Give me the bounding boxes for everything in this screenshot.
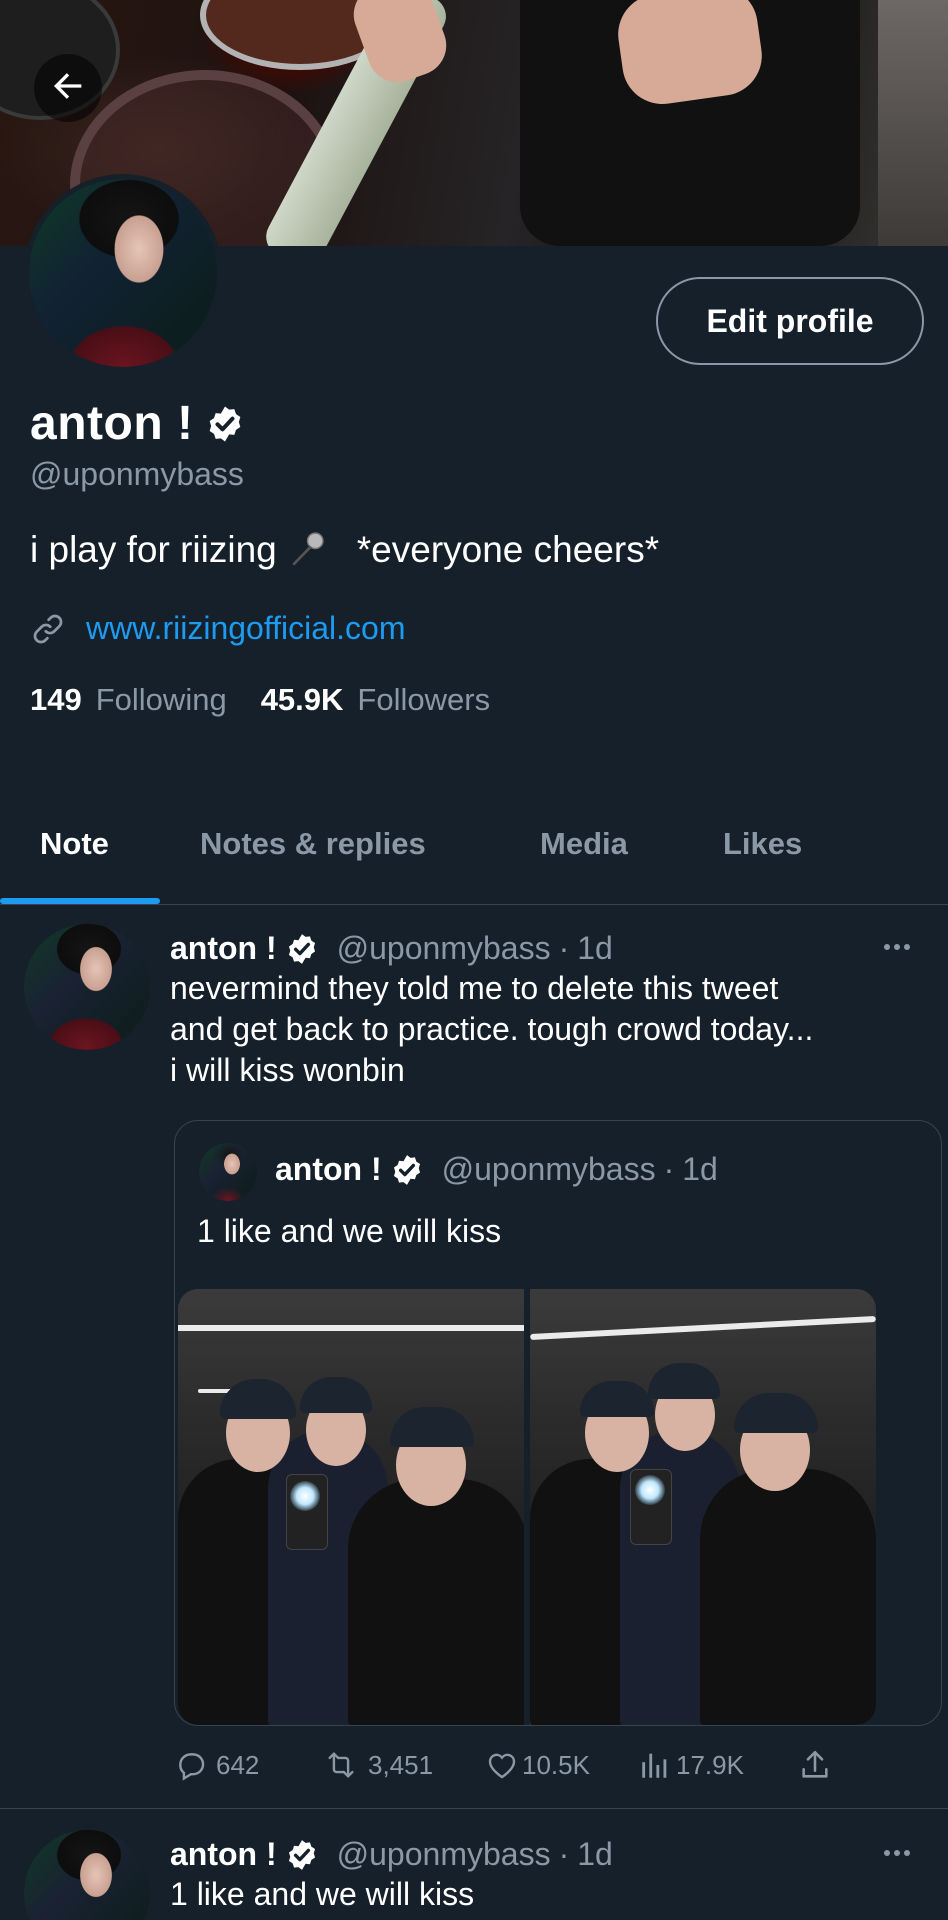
tweet-separator: · [663,1151,675,1187]
more-icon[interactable] [884,1850,910,1856]
tweet-time[interactable]: 1d [577,930,613,967]
tweet-text-line: nevermind they told me to delete this tw… [170,970,779,1006]
tweet-actions: 642 3,451 10.5K 17.9K [174,1748,854,1788]
following-count[interactable]: 149 [30,682,82,718]
profile-page: Edit profile anton ! @uponmybass i play … [0,0,948,1920]
like-count: 10.5K [522,1749,590,1780]
profile-tabs: Note Notes & replies Media Likes [0,816,948,906]
verified-badge-icon [285,932,319,966]
followers-label[interactable]: Followers [357,682,490,718]
tweet-photo[interactable] [178,1289,524,1725]
follow-stats: 149 Following 45.9K Followers [30,682,490,718]
tweet-photo[interactable] [530,1289,876,1725]
profile-avatar[interactable] [24,174,222,372]
tweet-separator: · [558,930,570,966]
share-button[interactable] [798,1748,832,1782]
tweet-author-name[interactable]: anton ! [170,1836,277,1873]
views-icon [638,1748,672,1782]
like-button[interactable]: 10.5K [484,1748,590,1782]
tweet-time[interactable]: 1d [577,1836,613,1873]
tweet-text: nevermind they told me to delete this tw… [170,968,813,1091]
like-icon [484,1748,520,1782]
tweet-avatar[interactable] [24,1830,150,1920]
microphone-icon [285,528,329,572]
tab-notes-replies[interactable]: Notes & replies [200,826,426,862]
tweet-text: 1 like and we will kiss [170,1876,475,1912]
views-count: 17.9K [676,1749,744,1780]
tweet-header: anton ! @uponmybass · 1d [170,930,613,967]
tab-media[interactable]: Media [540,826,628,862]
divider [0,1808,948,1809]
following-label[interactable]: Following [96,682,227,718]
retweet-count: 3,451 [368,1749,434,1780]
divider [0,904,948,905]
edit-profile-button[interactable]: Edit profile [656,277,924,365]
retweet-icon [322,1748,360,1782]
followers-count[interactable]: 45.9K [261,682,344,718]
bio-text: *everyone cheers* [356,529,660,570]
tab-likes[interactable]: Likes [723,826,802,862]
back-arrow-icon [48,66,88,111]
tweet-text-line: i will kiss wonbin [170,1052,405,1088]
retweet-button[interactable]: 3,451 [322,1748,433,1782]
verified-badge-icon [390,1153,424,1187]
profile-name-row: anton ! [30,396,245,451]
verified-badge-icon [285,1838,319,1872]
reply-icon [174,1748,208,1782]
bio-text: i play for riizing [30,529,277,570]
quoted-tweet-avatar [199,1143,257,1201]
tweet-separator: · [558,1836,570,1872]
profile-handle: @uponmybass [30,456,244,492]
tweet-header: anton ! @uponmybass · 1d [170,1836,613,1873]
profile-website[interactable]: www.riizingofficial.com [30,610,406,647]
reply-count: 642 [216,1749,260,1780]
verified-badge-icon [205,404,245,444]
tweet-avatar[interactable] [24,924,150,1050]
banner-edge [878,0,948,246]
profile-bio: i play for riizing *everyone cheers* [30,528,659,572]
quoted-tweet-time: 1d [682,1151,718,1187]
tweet-author-handle[interactable]: @uponmybass [337,930,551,967]
share-icon [798,1748,832,1782]
quoted-tweet-header: anton ! @uponmybass · 1d [275,1151,718,1188]
tab-note[interactable]: Note [40,826,109,862]
reply-button[interactable]: 642 [174,1748,259,1782]
more-icon[interactable] [884,944,910,950]
quoted-author-handle: @uponmybass [441,1151,656,1187]
tweet-text-line: and get back to practice. tough crowd to… [170,1011,814,1047]
quoted-tweet-text: 1 like and we will kiss [197,1213,502,1249]
tweet-author-name[interactable]: anton ! [170,930,277,967]
views-button[interactable]: 17.9K [638,1748,744,1782]
quoted-tweet-card[interactable]: anton ! @uponmybass · 1d 1 like and we w… [174,1120,942,1726]
tweet-author-handle[interactable]: @uponmybass [337,1836,551,1873]
display-name: anton ! [30,397,194,450]
quoted-author-name: anton ! [275,1151,382,1187]
back-button[interactable] [34,54,102,122]
website-link[interactable]: www.riizingofficial.com [86,610,406,647]
link-icon [30,611,66,647]
